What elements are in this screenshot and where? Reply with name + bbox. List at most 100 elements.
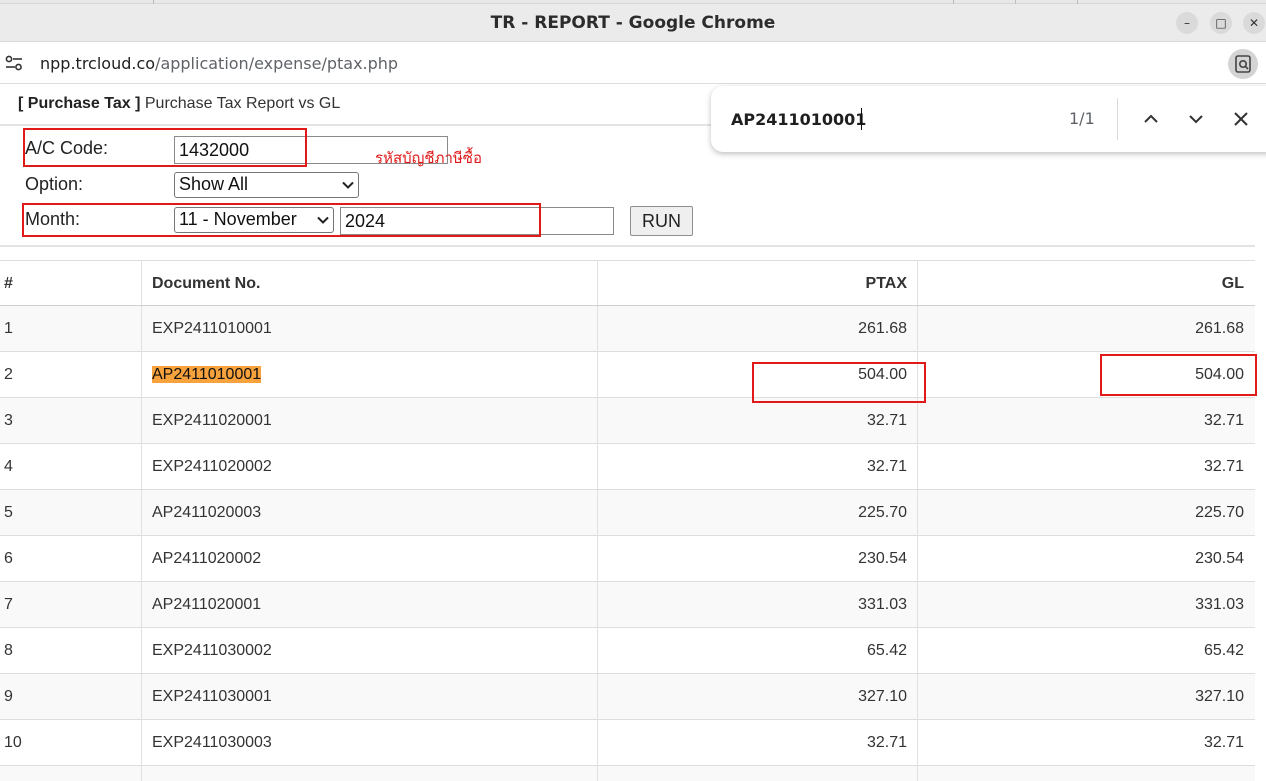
column-divider — [917, 444, 918, 489]
column-header-ptax: PTAX — [865, 275, 907, 292]
gl-value: 327.10 — [1195, 688, 1244, 705]
gl-value: 65.42 — [1203, 642, 1244, 659]
annotation-box-ptax — [752, 362, 926, 403]
ptax-value: 65.42 — [866, 642, 907, 659]
url-path: /application/expense/ptax.php — [155, 54, 399, 73]
google-lens-icon — [1235, 55, 1251, 73]
document-number: EXP2411030003 — [152, 734, 272, 751]
url-host: npp.trcloud.co — [40, 54, 156, 73]
column-divider — [141, 720, 142, 765]
table-row — [0, 766, 1255, 781]
ptax-value: 32.71 — [866, 734, 907, 751]
ptax-value: 261.68 — [858, 320, 907, 337]
column-divider — [141, 766, 142, 781]
table-header-row: # Document No. PTAX GL — [0, 260, 1255, 306]
annotation-box-ac-code — [23, 128, 307, 167]
column-divider — [917, 398, 918, 443]
ptax-value: 225.70 — [858, 504, 907, 521]
gl-value: 32.71 — [1203, 412, 1244, 429]
table-row: 6 AP2411020002 230.54 230.54 — [0, 536, 1255, 582]
column-divider — [917, 720, 918, 765]
column-divider — [597, 490, 598, 535]
module-label: [ Purchase Tax ] — [18, 95, 141, 112]
gl-value: 261.68 — [1195, 320, 1244, 337]
column-divider — [141, 261, 142, 305]
close-icon[interactable] — [1229, 107, 1253, 131]
column-divider — [917, 490, 918, 535]
window-title: TR - REPORT - Google Chrome — [490, 13, 776, 33]
document-number: AP2411020001 — [152, 596, 262, 613]
document-number: EXP2411010001 — [152, 320, 272, 337]
column-divider — [597, 306, 598, 351]
chevron-up-icon[interactable] — [1139, 107, 1163, 131]
run-button[interactable]: RUN — [630, 206, 693, 236]
column-divider — [597, 444, 598, 489]
row-number: 8 — [4, 642, 13, 659]
report-title: Purchase Tax Report vs GL — [144, 95, 341, 112]
column-divider — [141, 352, 142, 397]
close-window-button[interactable]: ✕ — [1243, 12, 1265, 34]
column-divider — [141, 398, 142, 443]
table-row: 4 EXP2411020002 32.71 32.71 — [0, 444, 1255, 490]
column-divider — [141, 674, 142, 719]
table-row: 10 EXP2411030003 32.71 32.71 — [0, 720, 1255, 766]
document-number: AP2411020003 — [152, 504, 262, 521]
option-select[interactable]: Show All — [174, 172, 359, 198]
google-lens-button[interactable] — [1228, 49, 1258, 79]
url-text[interactable]: npp.trcloud.co/application/expense/ptax.… — [40, 54, 398, 73]
minimize-button[interactable]: – — [1176, 12, 1198, 34]
find-divider — [1117, 98, 1118, 140]
gl-value: 32.71 — [1203, 458, 1244, 475]
column-divider — [597, 536, 598, 581]
column-header-number: # — [4, 275, 13, 292]
annotation-box-month — [22, 203, 541, 237]
column-divider — [597, 261, 598, 305]
ptax-value: 32.71 — [866, 458, 907, 475]
column-divider — [917, 536, 918, 581]
ptax-value: 32.71 — [866, 412, 907, 429]
column-divider — [141, 490, 142, 535]
column-divider — [597, 720, 598, 765]
table-row: 2 AP2411010001 504.00 504.00 — [0, 352, 1255, 398]
window-titlebar: TR - REPORT - Google Chrome – □ ✕ — [0, 4, 1266, 42]
maximize-button[interactable]: □ — [1210, 12, 1232, 34]
document-number: EXP2411030002 — [152, 642, 272, 659]
column-divider — [597, 582, 598, 627]
find-input[interactable] — [731, 106, 1051, 132]
document-number: AP2411010001 — [152, 352, 262, 397]
gl-value: 230.54 — [1195, 550, 1244, 567]
column-divider — [597, 628, 598, 673]
column-divider — [141, 582, 142, 627]
column-divider — [597, 398, 598, 443]
table-row: 1 EXP2411010001 261.68 261.68 — [0, 306, 1255, 352]
text-caret — [861, 108, 862, 130]
column-divider — [141, 444, 142, 489]
report-table: # Document No. PTAX GL 1 EXP2411010001 2… — [0, 260, 1255, 781]
option-selected-value: Show All — [179, 174, 249, 194]
row-number: 5 — [4, 504, 13, 521]
address-bar: npp.trcloud.co/application/expense/ptax.… — [0, 43, 1266, 84]
ac-code-annotation: รหัสบัญชีภาษีซื้อ — [375, 149, 482, 167]
divider — [0, 245, 1255, 247]
column-divider — [917, 261, 918, 305]
document-number: EXP2411030001 — [152, 688, 272, 705]
page-content: [ Purchase Tax ] Purchase Tax Report vs … — [0, 85, 1266, 781]
document-number: AP2411020002 — [152, 550, 262, 567]
row-number: 1 — [4, 320, 13, 337]
table-row: 8 EXP2411030002 65.42 65.42 — [0, 628, 1255, 674]
gl-value: 331.03 — [1195, 596, 1244, 613]
document-number: EXP2411020002 — [152, 458, 272, 475]
row-number: 6 — [4, 550, 13, 567]
chevron-down-icon — [342, 181, 354, 189]
option-label: Option: — [25, 174, 84, 194]
document-number: EXP2411020001 — [152, 412, 272, 429]
row-number: 3 — [4, 412, 13, 429]
row-number: 4 — [4, 458, 13, 475]
column-divider — [597, 674, 598, 719]
column-divider — [917, 306, 918, 351]
column-divider — [141, 628, 142, 673]
tune-icon[interactable] — [5, 55, 23, 71]
column-divider — [141, 306, 142, 351]
row-number: 9 — [4, 688, 13, 705]
chevron-down-icon[interactable] — [1184, 107, 1208, 131]
